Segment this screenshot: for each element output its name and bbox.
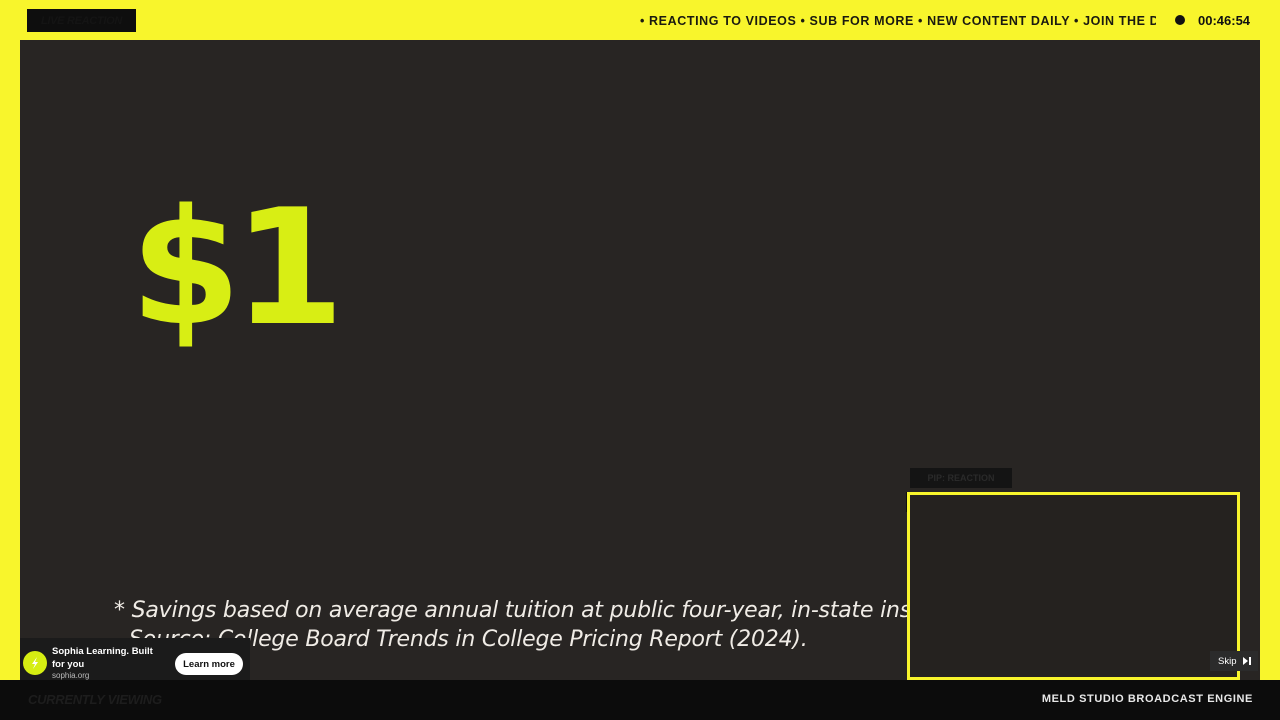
pip-label: PIP: REACTION bbox=[910, 468, 1012, 488]
live-badge: LIVE REACTION bbox=[27, 9, 136, 32]
ad-overlay[interactable]: Sophia Learning. Built for you sophia.or… bbox=[20, 638, 250, 680]
skip-ad-button[interactable]: Skip bbox=[1210, 651, 1258, 671]
bottom-bar: CURRENTLY VIEWING MELD STUDIO BROADCAST … bbox=[0, 680, 1280, 720]
ad-title: Sophia Learning. Built for you bbox=[52, 646, 153, 670]
currently-viewing-label: CURRENTLY VIEWING bbox=[28, 692, 162, 707]
learn-more-button[interactable]: Learn more bbox=[175, 653, 243, 675]
stream-timer: 00:46:54 bbox=[1198, 13, 1251, 28]
skip-next-icon bbox=[1243, 657, 1252, 665]
caption-line-1: * Savings based on average annual tuitio… bbox=[114, 598, 1007, 623]
record-dot-icon bbox=[1175, 15, 1185, 25]
skip-label: Skip bbox=[1218, 655, 1237, 667]
big-amount-text: $1 bbox=[130, 174, 345, 361]
engine-label: MELD STUDIO BROADCAST ENGINE bbox=[1041, 693, 1253, 705]
sophia-logo-icon bbox=[23, 651, 47, 675]
news-ticker: • REACTING TO VIDEOS • SUB FOR MORE • NE… bbox=[640, 14, 1156, 28]
main-video[interactable]: $1 * Savings based on average annual tui… bbox=[20, 40, 1260, 680]
ad-domain[interactable]: sophia.org bbox=[52, 671, 89, 680]
stream-frame: LIVE REACTION • REACTING TO VIDEOS • SUB… bbox=[0, 0, 1280, 720]
picture-in-picture[interactable] bbox=[907, 492, 1240, 680]
